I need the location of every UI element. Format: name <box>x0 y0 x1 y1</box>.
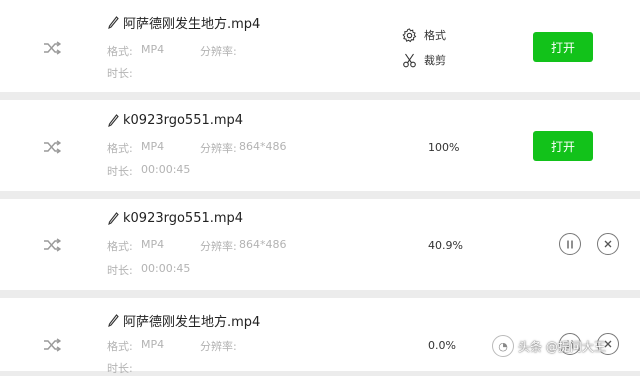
pencil-icon[interactable] <box>108 314 119 327</box>
file-name: k0923rgo551.mp4 <box>123 113 244 128</box>
progress-text: 100% <box>428 141 460 154</box>
scissors-icon <box>403 53 416 67</box>
duration-value: 00:00:45 <box>141 163 191 176</box>
format-label: 格式: <box>107 45 133 58</box>
shuffle-icon[interactable] <box>43 238 61 252</box>
resolution-value: 864*486 <box>239 238 287 251</box>
shuffle-icon[interactable] <box>43 338 61 352</box>
format-label: 格式: <box>107 240 133 253</box>
pause-button[interactable] <box>559 233 581 255</box>
format-option[interactable]: 格式 <box>402 27 446 43</box>
format-label: 格式: <box>107 340 133 353</box>
shuffle-icon[interactable] <box>43 41 61 55</box>
file-name: 阿萨德刚发生地方.mp4 <box>123 315 261 330</box>
file-name: k0923rgo551.mp4 <box>123 211 244 226</box>
file-title[interactable]: k0923rgo551.mp4 <box>108 211 243 226</box>
open-button[interactable]: 打开 <box>533 131 593 161</box>
resolution-value: 864*486 <box>239 140 287 153</box>
format-value: MP4 <box>141 140 165 153</box>
pencil-icon[interactable] <box>108 114 119 127</box>
duration-label: 时长: <box>107 264 133 277</box>
file-title[interactable]: k0923rgo551.mp4 <box>108 113 243 128</box>
file-row: 阿萨德刚发生地方.mp4 格式: MP4 分辨率: 时长: 0.0% <box>0 298 640 375</box>
gear-icon <box>402 27 417 42</box>
file-title[interactable]: 阿萨德刚发生地方.mp4 <box>108 311 260 330</box>
resolution-label: 分辨率: <box>200 142 237 155</box>
watermark: ◔ 头条 @提问大王 <box>492 335 606 357</box>
shuffle-icon[interactable] <box>43 140 61 154</box>
file-row: k0923rgo551.mp4 格式: MP4 分辨率: 864*486 时长:… <box>0 199 640 290</box>
format-value: MP4 <box>141 338 165 351</box>
resolution-label: 分辨率: <box>200 340 237 353</box>
duration-label: 时长: <box>107 362 133 375</box>
file-row: 阿萨德刚发生地方.mp4 格式: MP4 分辨率: 时长: 格式 裁剪 打开 <box>0 0 640 92</box>
resolution-label: 分辨率: <box>200 45 237 58</box>
progress-text: 40.9% <box>428 239 463 252</box>
duration-label: 时长: <box>107 67 133 80</box>
progress-text: 0.0% <box>428 339 456 352</box>
format-value: MP4 <box>141 238 165 251</box>
format-option-label: 格式 <box>424 29 446 42</box>
resolution-label: 分辨率: <box>200 240 237 253</box>
crop-option-label: 裁剪 <box>424 54 446 67</box>
duration-label: 时长: <box>107 165 133 178</box>
format-value: MP4 <box>141 43 165 56</box>
duration-value: 00:00:45 <box>141 262 191 275</box>
file-title[interactable]: 阿萨德刚发生地方.mp4 <box>108 13 260 32</box>
format-label: 格式: <box>107 142 133 155</box>
pencil-icon[interactable] <box>108 16 119 29</box>
pencil-icon[interactable] <box>108 212 119 225</box>
close-icon <box>604 240 612 248</box>
open-button[interactable]: 打开 <box>533 32 593 62</box>
pause-icon <box>567 240 573 248</box>
cancel-button[interactable] <box>597 233 619 255</box>
file-name: 阿萨德刚发生地方.mp4 <box>123 17 261 32</box>
crop-option[interactable]: 裁剪 <box>402 52 446 68</box>
watermark-logo-icon: ◔ <box>492 335 514 357</box>
watermark-text: 头条 @提问大王 <box>518 339 606 354</box>
file-row: k0923rgo551.mp4 格式: MP4 分辨率: 864*486 时长:… <box>0 100 640 191</box>
